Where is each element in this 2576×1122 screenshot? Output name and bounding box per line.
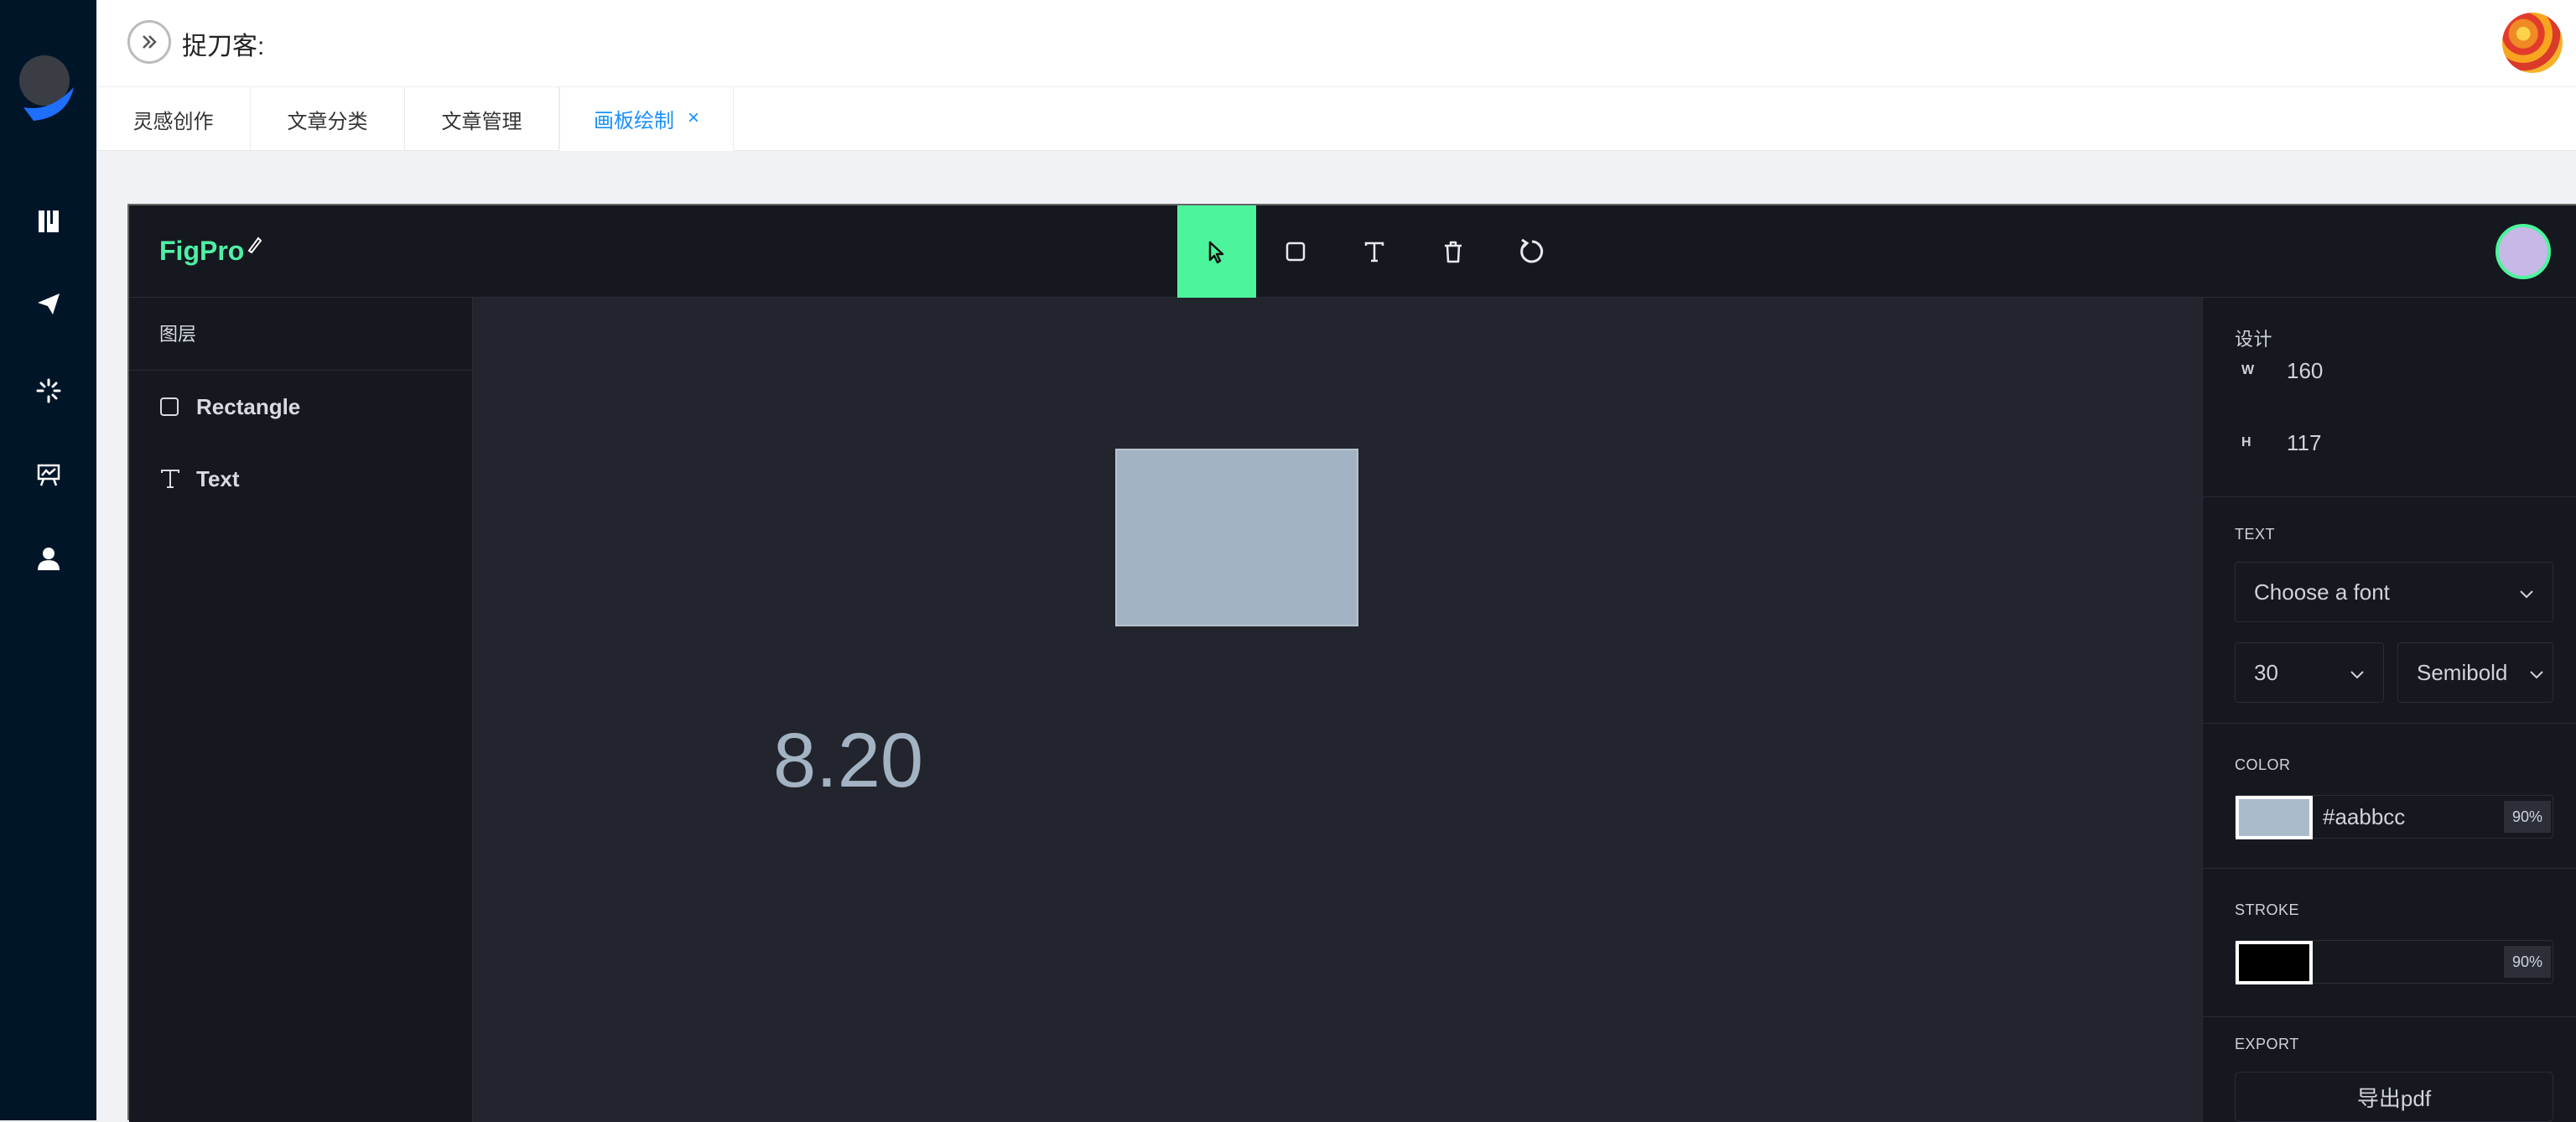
font-size-select[interactable]: 30 — [2235, 642, 2384, 703]
user-icon[interactable] — [30, 540, 67, 577]
editor-toolbar: FigPro — [129, 205, 2576, 298]
chevron-down-icon — [2519, 579, 2534, 605]
text-tool-button[interactable] — [1335, 205, 1414, 298]
export-pdf-button[interactable]: 导出pdf — [2235, 1072, 2553, 1122]
figpro-editor: FigPro 图层 Rectangle Text 8.20 设计 W 160 H… — [127, 204, 2576, 1122]
stroke-opacity[interactable]: 90% — [2504, 946, 2551, 978]
select-tool-button[interactable] — [1177, 205, 1256, 298]
tab-inspiration[interactable]: 灵感创作 — [96, 87, 251, 151]
loading-icon[interactable] — [30, 372, 67, 409]
tab-article-category[interactable]: 文章分类 — [251, 87, 405, 151]
text-heading: TEXT — [2235, 526, 2276, 543]
height-label: H — [2241, 435, 2251, 449]
cursor-icon — [1208, 241, 1224, 264]
square-outline-icon — [159, 397, 188, 417]
user-avatar[interactable] — [2496, 224, 2551, 279]
font-weight-select[interactable]: Semibold — [2397, 642, 2553, 703]
reset-icon — [1520, 238, 1544, 263]
app-logo — [17, 52, 77, 122]
top-header: 捉刀客: — [96, 0, 2576, 87]
layer-item-rectangle[interactable]: Rectangle — [129, 371, 472, 443]
color-heading: COLOR — [2235, 756, 2291, 773]
close-tab-icon[interactable]: × — [688, 106, 699, 130]
text-icon — [159, 468, 188, 490]
drawing-canvas[interactable]: 8.20 — [473, 298, 2234, 1122]
trash-icon — [1445, 241, 1462, 263]
rectangle-icon — [1285, 242, 1306, 262]
export-heading: EXPORT — [2235, 1036, 2299, 1052]
layer-item-text[interactable]: Text — [129, 443, 472, 515]
layers-heading: 图层 — [129, 298, 472, 371]
reset-tool-button[interactable] — [1493, 205, 1571, 298]
fill-color-hex[interactable]: #aabbcc — [2323, 804, 2405, 830]
stroke-color-control: 90% — [2235, 940, 2553, 984]
canvas-text[interactable]: 8.20 — [773, 717, 923, 805]
divider — [2203, 496, 2576, 497]
canvas-rectangle[interactable] — [1115, 449, 1358, 626]
width-input[interactable]: 160 — [2287, 358, 2323, 384]
book-icon[interactable] — [30, 203, 67, 240]
tab-canvas-drawing[interactable]: 画板绘制 × — [559, 87, 734, 151]
stroke-heading: STROKE — [2235, 901, 2300, 918]
width-label: W — [2241, 363, 2255, 377]
fill-opacity[interactable]: 90% — [2504, 801, 2551, 833]
header-avatar[interactable] — [2502, 13, 2563, 73]
presentation-chart-icon[interactable] — [30, 456, 67, 493]
brand-logo: FigPro — [159, 236, 262, 267]
design-heading: 设计 — [2235, 329, 2273, 350]
send-icon[interactable] — [30, 285, 67, 322]
expand-sidebar-button[interactable] — [127, 20, 171, 64]
layers-panel: 图层 Rectangle Text — [129, 298, 473, 1122]
divider — [2203, 723, 2576, 724]
tab-article-management[interactable]: 文章管理 — [405, 87, 559, 151]
rectangle-tool-button[interactable] — [1256, 205, 1335, 298]
divider — [2203, 1016, 2576, 1017]
stroke-color-swatch[interactable] — [2236, 941, 2313, 984]
divider — [2203, 868, 2576, 869]
height-input[interactable]: 117 — [2287, 430, 2321, 456]
app-sidebar — [0, 0, 96, 1120]
header-title: 捉刀客: — [182, 33, 265, 60]
delete-tool-button[interactable] — [1414, 205, 1493, 298]
tab-bar: 灵感创作 文章分类 文章管理 画板绘制 × — [96, 87, 2576, 151]
properties-panel: 设计 W 160 H 117 TEXT Choose a font 30 Sem… — [2202, 298, 2576, 1122]
fill-color-swatch[interactable] — [2236, 796, 2313, 839]
chevron-down-icon — [2529, 660, 2544, 686]
chevron-down-icon — [2350, 660, 2365, 686]
font-family-select[interactable]: Choose a font — [2235, 562, 2553, 622]
fill-color-control: #aabbcc 90% — [2235, 795, 2553, 839]
text-icon — [1364, 242, 1384, 262]
